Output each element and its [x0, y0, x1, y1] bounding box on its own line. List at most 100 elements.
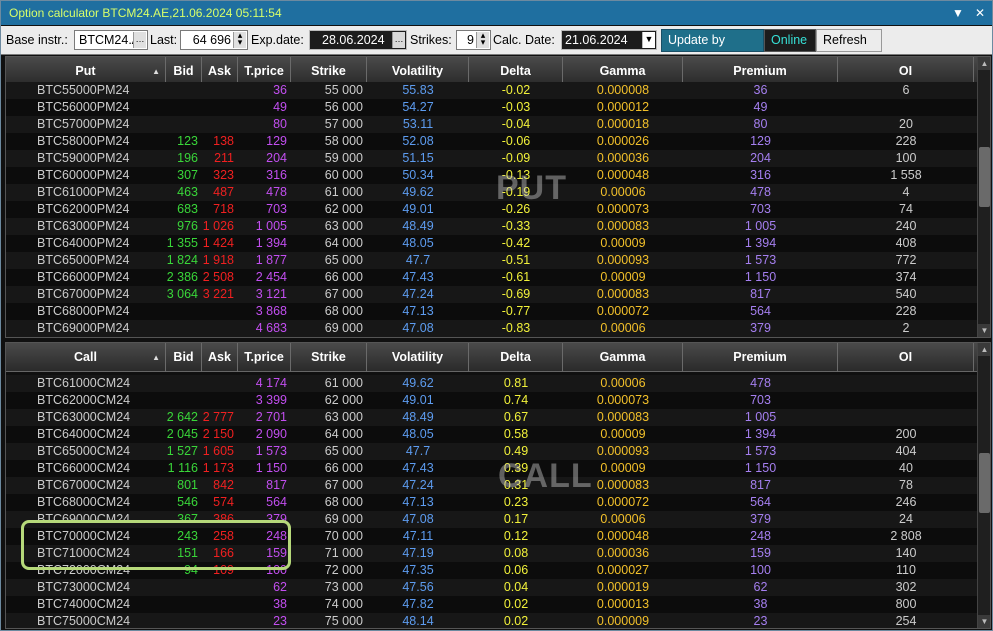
put-table-row[interactable]: BTC55000PM24 36 55 000 55.83 -0.02 0.000008 36… — [6, 82, 978, 99]
put-cell-delta: -0.42 — [501, 236, 531, 250]
call-table-row[interactable]: BTC65000CM24 1 527 1 605 1 573 65 000 47.7 0.4… — [6, 443, 978, 460]
base-instr-field[interactable]: BTCM24.A … — [74, 30, 148, 50]
call-table-row[interactable]: BTC68000CM24 546 574 564 68 000 47.13 0.23 0.00… — [6, 494, 978, 511]
call-vertical-scrollbar[interactable]: ▲ ▼ — [977, 343, 990, 628]
call-table-row[interactable]: BTC64000CM24 2 045 2 150 2 090 64 000 48.05 0.… — [6, 426, 978, 443]
put-cell-tprice: 316 — [266, 168, 287, 182]
call-col-header-volatility[interactable]: Volatility — [367, 343, 469, 372]
call-table-row[interactable]: BTC61000CM24 4 174 61 000 49.62 0.81 0.00006 4… — [6, 375, 978, 392]
put-cell-premium: 817 — [750, 287, 771, 301]
put-cell-ask: 323 — [213, 168, 234, 182]
put-cell-oi: 228 — [895, 304, 917, 318]
put-cell-delta: -0.02 — [501, 83, 531, 97]
put-cell-bid: 683 — [177, 202, 198, 216]
put-cell-name: BTC68000PM24 — [37, 304, 130, 318]
put-cell-vol: 51.15 — [402, 151, 434, 165]
call-col-header-premium[interactable]: Premium — [683, 343, 838, 372]
put-table-row[interactable]: BTC69000PM24 4 683 69 000 47.08 -0.83 0.00006… — [6, 320, 978, 337]
call-table-row[interactable]: BTC67000CM24 801 842 817 67 000 47.24 0.31 0.00… — [6, 477, 978, 494]
put-cell-gamma: 0.00009 — [600, 236, 646, 250]
put-table-row[interactable]: BTC68000PM24 3 868 68 000 47.13 -0.77 0.00007… — [6, 303, 978, 320]
call-table-row[interactable]: BTC70000CM24 243 258 248 70 000 47.11 0.12 0.00… — [6, 528, 978, 545]
online-button[interactable]: Online — [764, 29, 816, 52]
call-cell-gamma: 0.000083 — [596, 410, 650, 424]
put-table-row[interactable]: BTC63000PM24 976 1 026 1 005 63 000 48.49 -0.3… — [6, 218, 978, 235]
put-cell-gamma: 0.00006 — [600, 321, 646, 335]
call-cell-tprice: 4 174 — [255, 376, 287, 390]
call-cell-premium: 379 — [750, 512, 771, 526]
last-price-field[interactable]: 64 696 ▴ ▾ — [180, 30, 248, 50]
put-table-row[interactable]: BTC64000PM24 1 355 1 424 1 394 64 000 48.05 -0… — [6, 235, 978, 252]
put-cell-vol: 49.01 — [402, 202, 434, 216]
call-cell-tprice: 564 — [266, 495, 287, 509]
refresh-iv-button[interactable]: Refresh IV — [816, 29, 882, 68]
call-col-header-delta[interactable]: Delta — [469, 343, 563, 372]
scroll-down-icon[interactable]: ▼ — [978, 615, 990, 628]
call-table-row[interactable]: BTC62000CM24 3 399 62 000 49.01 0.74 0.000073… — [6, 392, 978, 409]
strikes-spin[interactable]: ▴ ▾ — [476, 31, 489, 48]
base-instr-browse-button[interactable]: … — [133, 32, 146, 48]
call-col-header-bid[interactable]: Bid — [166, 343, 202, 372]
put-table-row[interactable]: BTC56000PM24 49 56 000 54.27 -0.03 0.000012 49 — [6, 99, 978, 116]
put-cell-bid — [166, 82, 202, 99]
put-table-row[interactable]: BTC67000PM24 3 064 3 221 3 121 67 000 47.24 -0… — [6, 286, 978, 303]
call-table-row[interactable]: BTC69000CM24 367 386 379 69 000 47.08 0.17 0.00… — [6, 511, 978, 528]
put-cell-name: BTC63000PM24 — [37, 219, 130, 233]
call-table-row[interactable]: BTC72000CM24 94 109 100 72 000 47.35 0.06 0.000… — [6, 562, 978, 579]
put-cell-premium: 49 — [753, 100, 768, 114]
last-price-spin[interactable]: ▴ ▾ — [233, 31, 246, 48]
put-table-row[interactable]: BTC65000PM24 1 824 1 918 1 877 65 000 47.7 -0.… — [6, 252, 978, 269]
put-table-row[interactable]: BTC59000PM24 196 211 204 59 000 51.15 -0.09 0.0… — [6, 150, 978, 167]
scroll-up-icon[interactable]: ▲ — [978, 343, 990, 356]
put-cell-strike: 59 000 — [324, 151, 363, 165]
put-scroll-thumb[interactable] — [979, 147, 990, 207]
put-vertical-scrollbar[interactable]: ▲ ▼ — [977, 57, 990, 337]
put-cell-delta: -0.61 — [501, 270, 531, 284]
put-cell-vol: 53.11 — [402, 117, 434, 131]
call-table-row[interactable]: BTC63000CM24 2 642 2 777 2 701 63 000 48.49 0.… — [6, 409, 978, 426]
put-cell-oi: 1 558 — [890, 168, 922, 182]
put-table-row[interactable]: BTC66000PM24 2 386 2 508 2 454 66 000 47.43 -0… — [6, 269, 978, 286]
put-cell-tprice: 703 — [266, 202, 287, 216]
call-cell-tprice: 817 — [266, 478, 287, 492]
put-cell-name: BTC69000PM24 — [37, 321, 130, 335]
call-table-row[interactable]: BTC66000CM24 1 116 1 173 1 150 66 000 47.43 0.… — [6, 460, 978, 477]
call-table-row[interactable]: BTC74000CM24 38 74 000 47.82 0.02 0.000013 38 8… — [6, 596, 978, 613]
scroll-up-icon[interactable]: ▲ — [978, 57, 990, 70]
call-cell-gamma: 0.000013 — [596, 597, 650, 611]
exp-date-browse-button[interactable]: … — [392, 32, 405, 48]
call-table-row[interactable]: BTC73000CM24 62 73 000 47.56 0.04 0.000019 62 3… — [6, 579, 978, 596]
put-table-row[interactable]: BTC58000PM24 123 138 129 58 000 52.08 -0.06 0.0… — [6, 133, 978, 150]
put-table-row[interactable]: BTC57000PM24 80 57 000 53.11 -0.04 0.000018 80… — [6, 116, 978, 133]
exp-date-field[interactable]: 28.06.2024 … — [309, 30, 407, 50]
dropdown-menu-icon[interactable]: ▼ — [952, 1, 964, 25]
put-cell-delta: -0.19 — [501, 185, 531, 199]
call-scroll-thumb[interactable] — [979, 453, 990, 513]
call-col-header-ask[interactable]: Ask — [202, 343, 238, 372]
close-icon[interactable]: ✕ — [974, 1, 986, 25]
put-table-row[interactable]: BTC62000PM24 683 718 703 62 000 49.01 -0.26 0.0… — [6, 201, 978, 218]
call-col-header-strike[interactable]: Strike — [291, 343, 367, 372]
call-col-header-gamma[interactable]: Gamma — [563, 343, 683, 372]
put-cell-gamma: 0.000083 — [596, 287, 650, 301]
call-col-header-t-price[interactable]: T.price — [238, 343, 291, 372]
put-table-row[interactable]: BTC61000PM24 463 487 478 61 000 49.62 -0.19 0.0… — [6, 184, 978, 201]
call-table-row[interactable]: BTC71000CM24 151 166 159 71 000 47.19 0.08 0.00… — [6, 545, 978, 562]
put-cell-strike: 66 000 — [324, 270, 363, 284]
calc-date-field[interactable]: 21.06.2024 ▼ — [561, 30, 657, 50]
put-cell-tprice: 49 — [273, 100, 287, 114]
put-table-row[interactable]: BTC60000PM24 307 323 316 60 000 50.34 -0.13 0.0… — [6, 167, 978, 184]
strikes-field[interactable]: 9 ▴ ▾ — [456, 30, 491, 50]
put-cell-tprice: 36 — [273, 83, 287, 97]
call-cell-strike: 64 000 — [324, 427, 363, 441]
call-cell-ask — [202, 579, 238, 596]
call-cell-strike: 75 000 — [324, 614, 363, 628]
call-table-row[interactable]: BTC75000CM24 23 75 000 48.14 0.02 0.000009 23 2… — [6, 613, 978, 628]
put-cell-tprice: 3 121 — [255, 287, 287, 301]
calc-date-dropdown-icon[interactable]: ▼ — [642, 32, 655, 48]
call-col-header-oi[interactable]: OI — [838, 343, 974, 372]
call-col-header-call[interactable]: Call ▲ — [6, 343, 166, 372]
call-cell-gamma: 0.000072 — [596, 495, 650, 509]
scroll-down-icon[interactable]: ▼ — [978, 324, 990, 337]
update-by-quote-button[interactable]: Update by quote — [661, 29, 764, 68]
